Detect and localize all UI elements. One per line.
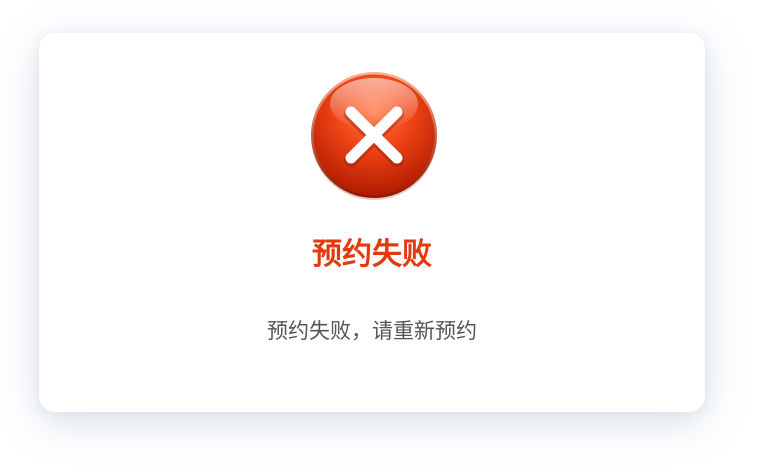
close-circle-icon: [308, 70, 440, 202]
result-dialog: 预约失败 预约失败，请重新预约: [39, 33, 705, 412]
result-message: 预约失败，请重新预约: [267, 319, 477, 343]
result-title: 预约失败: [312, 237, 432, 272]
page-background: 预约失败 预约失败，请重新预约: [0, 0, 758, 472]
